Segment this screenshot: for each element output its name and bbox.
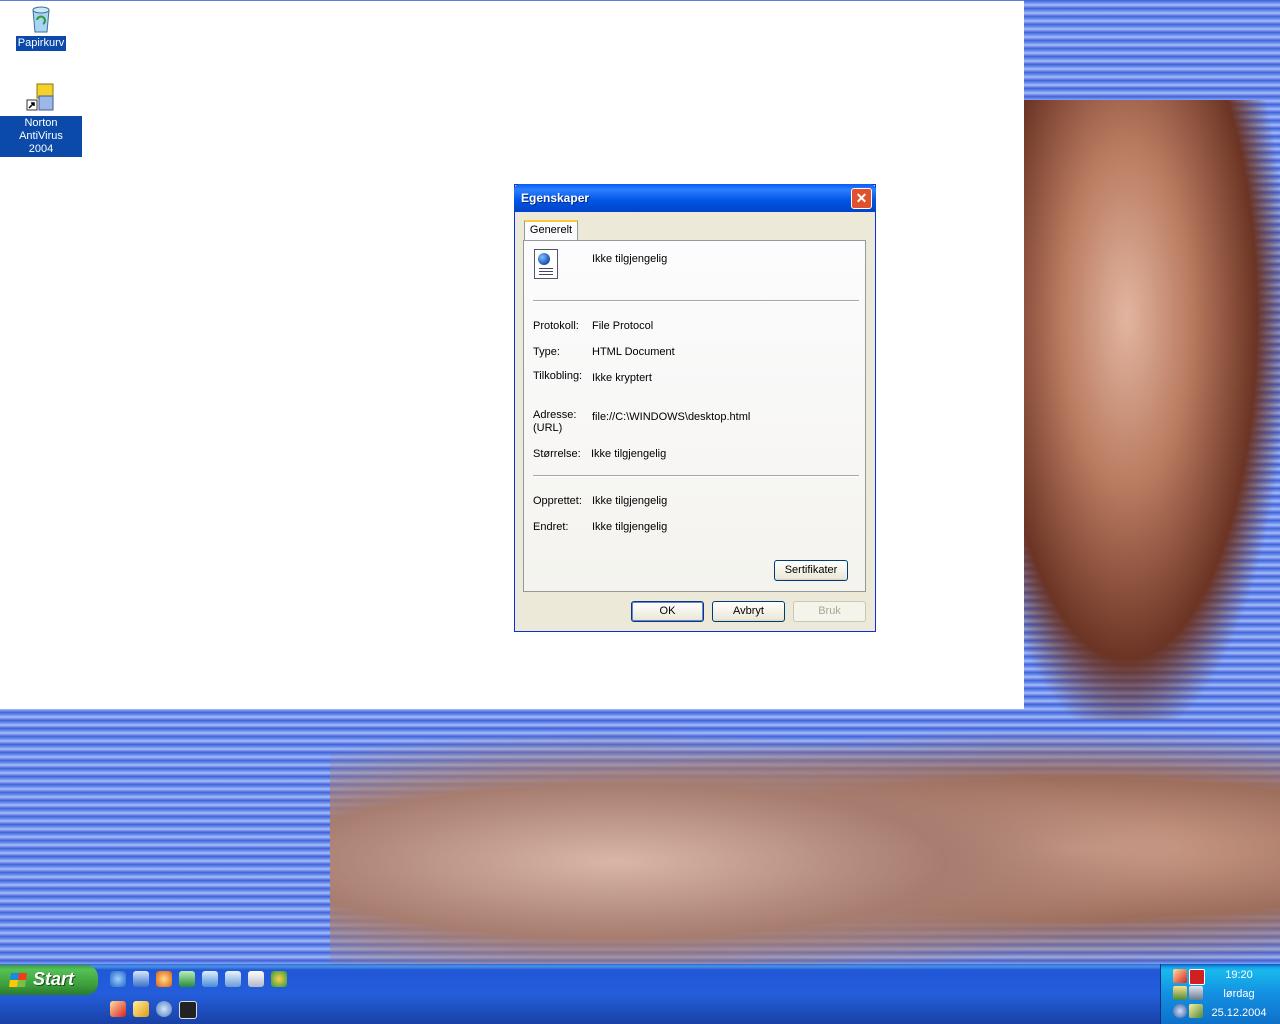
show-desktop-icon[interactable]	[202, 971, 218, 987]
certificates-button[interactable]: Sertifikater	[774, 560, 848, 581]
internet-explorer-icon[interactable]	[110, 971, 126, 987]
run-icon[interactable]	[179, 1001, 197, 1019]
modified-label: Endret:	[533, 521, 569, 533]
document-name: Ikke tilgjengelig	[592, 253, 668, 265]
size-label: Størrelse:	[533, 448, 581, 460]
tab-generelt[interactable]: Generelt	[524, 220, 578, 240]
clock-day: lørdag	[1223, 988, 1255, 1000]
wallpaper-lower	[330, 708, 1280, 964]
connection-label: Tilkobling:	[533, 370, 583, 382]
clock-time[interactable]: 19:20	[1209, 969, 1269, 981]
wallpaper-figure	[1024, 100, 1280, 720]
type-value: HTML Document	[592, 346, 675, 358]
desktop-icon-recycle-bin[interactable]: Papirkurv	[0, 2, 82, 51]
address-value: file://C:\WINDOWS\desktop.html	[592, 411, 751, 423]
tool-icon[interactable]	[133, 1001, 149, 1017]
modified-value: Ikke tilgjengelig	[592, 521, 668, 533]
ok-button[interactable]: OK	[631, 601, 704, 622]
desktop-icon-norton-antivirus[interactable]: Norton AntiVirus 2004	[0, 82, 82, 157]
size-value: Ikke tilgjengelig	[591, 448, 667, 460]
windows-logo-icon	[9, 973, 27, 987]
divider	[533, 475, 859, 477]
tab-panel-general: Ikke tilgjengelig Protokoll: File Protoc…	[523, 240, 866, 592]
start-button[interactable]: Start	[0, 965, 98, 995]
divider	[533, 300, 859, 302]
messenger-icon[interactable]	[271, 971, 287, 987]
network-tray-icon[interactable]	[1189, 986, 1203, 1000]
created-value: Ikke tilgjengelig	[592, 495, 668, 507]
cancel-button[interactable]: Avbryt	[712, 601, 785, 622]
system-tray: 19:20 lørdag 25.12.2004	[1160, 964, 1280, 1024]
taskbar: Start 19:20 lørdag 25.12.2004	[0, 964, 1280, 1024]
clock-date: 25.12.2004	[1211, 1007, 1267, 1019]
update-tray-icon[interactable]	[1189, 1004, 1203, 1018]
created-label: Opprettet:	[533, 495, 582, 507]
protocol-value: File Protocol	[592, 320, 654, 332]
desktop-icon-label: Norton AntiVirus 2004	[0, 116, 82, 157]
norton-tray-icon[interactable]	[1173, 969, 1187, 983]
recycle-bin-icon	[25, 2, 57, 34]
close-button[interactable]: ✕	[851, 188, 872, 209]
address-label: Adresse: (URL)	[533, 409, 577, 434]
network-icon[interactable]	[179, 971, 195, 987]
dialog-title: Egenskaper	[521, 191, 590, 205]
properties-dialog: Egenskaper ✕ Generelt Ikke tilgjengelig …	[514, 184, 876, 632]
html-document-icon	[534, 249, 558, 279]
alert-tray-icon[interactable]	[1189, 969, 1205, 985]
mail-icon[interactable]	[248, 971, 264, 987]
media-player-icon[interactable]	[156, 971, 172, 987]
users-tray-icon[interactable]	[1173, 986, 1187, 1000]
desktop-icon-label: Papirkurv	[15, 36, 67, 51]
close-icon: ✕	[855, 190, 868, 206]
connection-value: Ikke kryptert	[592, 372, 652, 384]
norton-icon[interactable]	[110, 1001, 126, 1017]
volume-tray-icon[interactable]	[1173, 1004, 1187, 1018]
outlook-express-icon[interactable]	[133, 971, 149, 987]
dialog-titlebar[interactable]: Egenskaper ✕	[514, 184, 876, 212]
recycle-icon[interactable]	[225, 971, 241, 987]
earth-icon[interactable]	[156, 1001, 172, 1017]
protocol-label: Protokoll:	[533, 320, 579, 332]
type-label: Type:	[533, 346, 560, 358]
apply-button[interactable]: Bruk	[793, 601, 866, 622]
norton-antivirus-icon	[25, 82, 57, 114]
